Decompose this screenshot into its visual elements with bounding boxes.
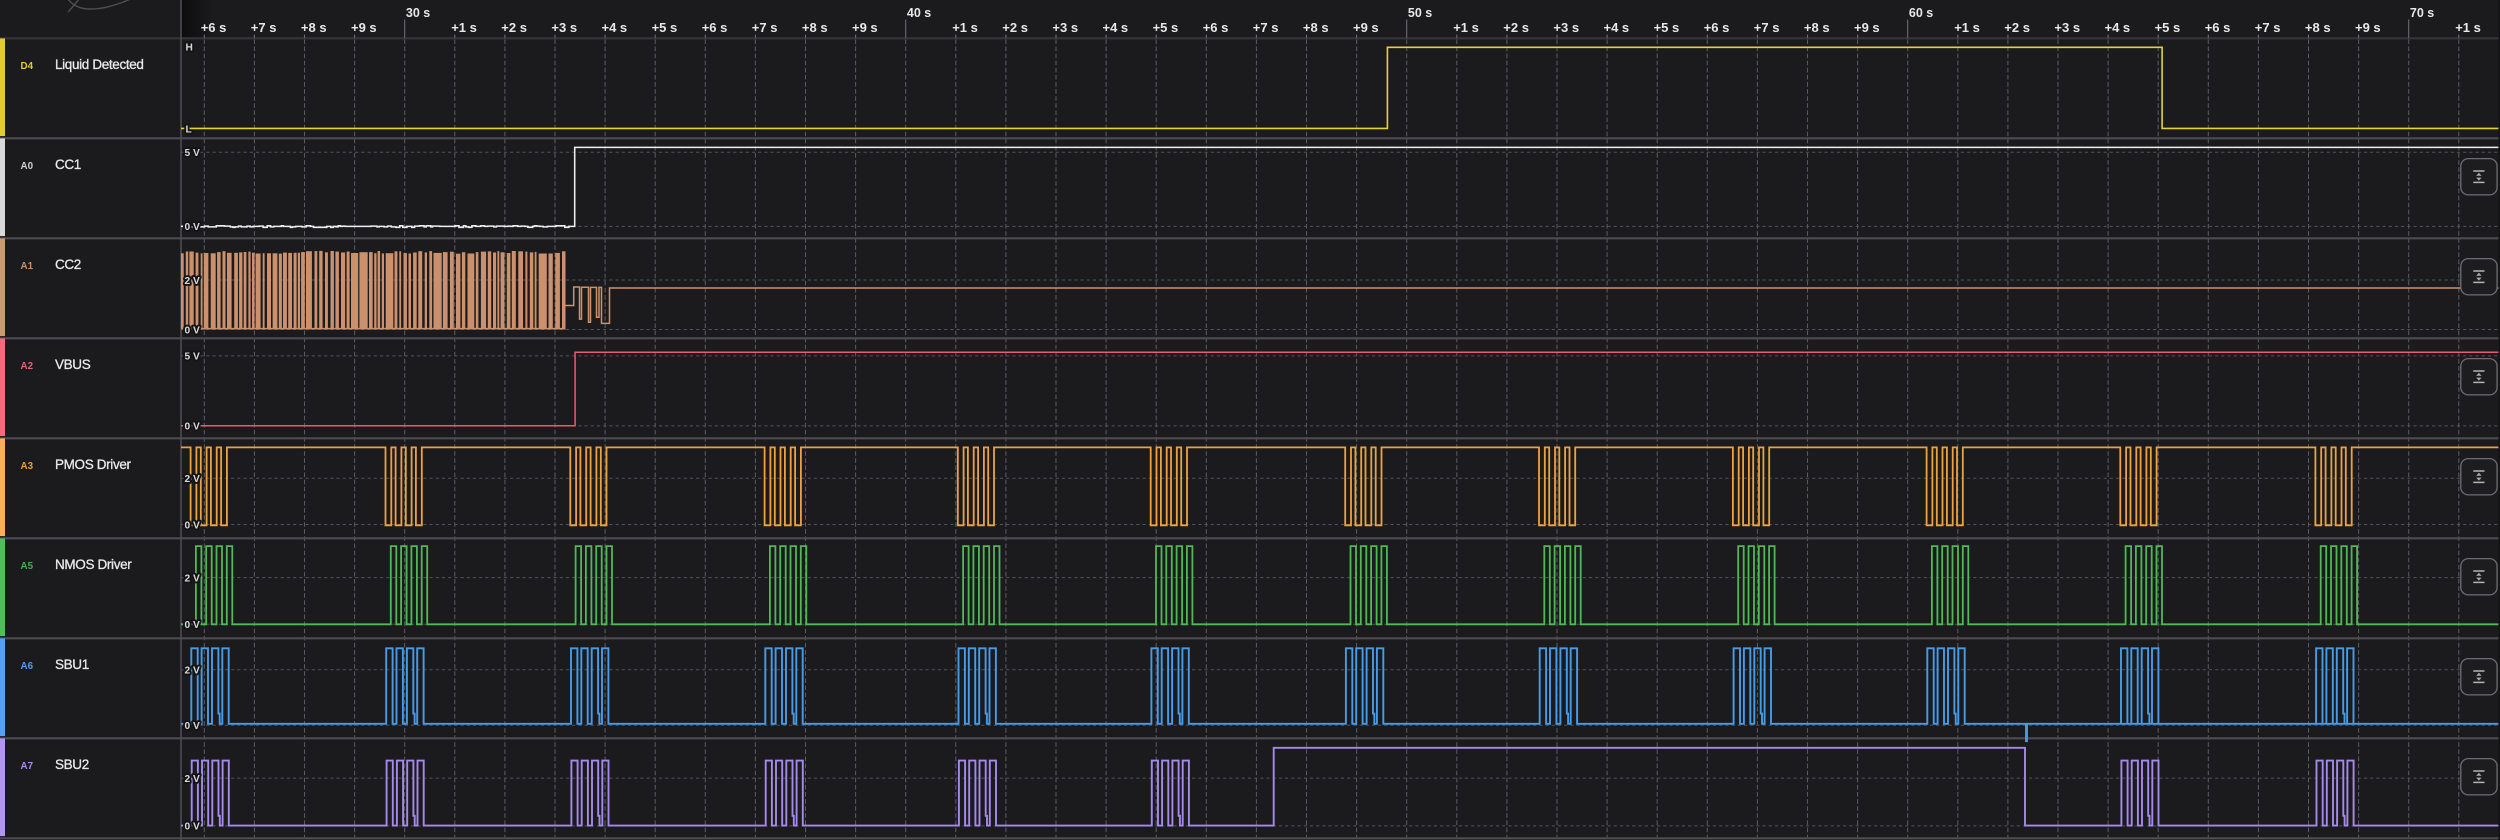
svg-text:+1 s: +1 s	[451, 20, 477, 35]
svg-text:5 V: 5 V	[185, 352, 200, 363]
svg-text:+5 s: +5 s	[1654, 20, 1680, 35]
svg-text:70 s: 70 s	[2410, 6, 2434, 20]
svg-text:+1 s: +1 s	[1453, 20, 1479, 35]
svg-text:0 V: 0 V	[185, 325, 200, 336]
svg-text:0 V: 0 V	[185, 222, 200, 233]
svg-text:2 V: 2 V	[185, 474, 200, 485]
svg-text:VBUS: VBUS	[55, 357, 91, 372]
svg-text:50 s: 50 s	[1408, 6, 1432, 20]
svg-text:40 s: 40 s	[907, 6, 931, 20]
svg-text:A3: A3	[21, 461, 34, 472]
svg-text:+5 s: +5 s	[652, 20, 678, 35]
svg-text:+8 s: +8 s	[2305, 20, 2331, 35]
svg-text:A2: A2	[21, 361, 34, 372]
svg-text:L: L	[186, 124, 192, 135]
svg-text:60 s: 60 s	[1909, 6, 1933, 20]
svg-text:+7 s: +7 s	[1754, 20, 1780, 35]
svg-text:+9 s: +9 s	[1854, 20, 1880, 35]
svg-text:A6: A6	[21, 661, 34, 672]
svg-text:+8 s: +8 s	[802, 20, 828, 35]
svg-text:NMOS Driver: NMOS Driver	[55, 557, 132, 572]
svg-text:+9 s: +9 s	[2355, 20, 2381, 35]
svg-text:+6 s: +6 s	[2205, 20, 2231, 35]
svg-text:+1 s: +1 s	[1954, 20, 1980, 35]
svg-text:CC1: CC1	[55, 157, 81, 172]
svg-text:H: H	[186, 42, 193, 53]
svg-text:+2 s: +2 s	[501, 20, 527, 35]
svg-text:+8 s: +8 s	[301, 20, 327, 35]
svg-text:A1: A1	[21, 261, 34, 272]
svg-text:+7 s: +7 s	[251, 20, 277, 35]
svg-text:+8 s: +8 s	[1804, 20, 1830, 35]
svg-text:+6 s: +6 s	[1704, 20, 1730, 35]
svg-text:2 V: 2 V	[185, 573, 200, 584]
svg-text:PMOS Driver: PMOS Driver	[55, 457, 132, 472]
svg-text:+4 s: +4 s	[602, 20, 628, 35]
svg-text:+2 s: +2 s	[1002, 20, 1028, 35]
svg-text:+7 s: +7 s	[1253, 20, 1279, 35]
svg-text:0 V: 0 V	[185, 422, 200, 433]
svg-text:SBU2: SBU2	[55, 757, 89, 772]
svg-text:+5 s: +5 s	[1153, 20, 1179, 35]
svg-text:0 V: 0 V	[185, 520, 200, 531]
svg-text:Liquid Detected: Liquid Detected	[55, 57, 144, 72]
svg-text:+5 s: +5 s	[2155, 20, 2181, 35]
svg-text:+7 s: +7 s	[752, 20, 778, 35]
svg-text:A5: A5	[21, 561, 34, 572]
svg-text:+3 s: +3 s	[1553, 20, 1579, 35]
svg-text:+2 s: +2 s	[1503, 20, 1529, 35]
svg-text:+1 s: +1 s	[2455, 20, 2481, 35]
svg-text:+6 s: +6 s	[201, 20, 227, 35]
svg-text:+6 s: +6 s	[1203, 20, 1229, 35]
svg-text:+4 s: +4 s	[2105, 20, 2131, 35]
svg-text:+6 s: +6 s	[702, 20, 728, 35]
svg-text:+9 s: +9 s	[1353, 20, 1379, 35]
svg-text:30 s: 30 s	[406, 6, 430, 20]
svg-text:D4: D4	[21, 61, 34, 72]
svg-text:2 V: 2 V	[185, 774, 200, 785]
svg-text:0 V: 0 V	[185, 822, 200, 833]
svg-text:+8 s: +8 s	[1303, 20, 1329, 35]
svg-text:A7: A7	[21, 761, 34, 772]
svg-text:2 V: 2 V	[185, 666, 200, 677]
svg-text:+4 s: +4 s	[1103, 20, 1129, 35]
svg-text:+3 s: +3 s	[1052, 20, 1078, 35]
svg-text:A0: A0	[21, 161, 34, 172]
svg-text:+7 s: +7 s	[2255, 20, 2281, 35]
svg-text:0 V: 0 V	[185, 721, 200, 732]
svg-text:CC2: CC2	[55, 257, 81, 272]
svg-text:2 V: 2 V	[185, 276, 200, 287]
svg-text:+3 s: +3 s	[551, 20, 577, 35]
svg-text:+2 s: +2 s	[2004, 20, 2030, 35]
svg-text:0 V: 0 V	[185, 620, 200, 631]
svg-text:5 V: 5 V	[185, 148, 200, 159]
svg-text:+3 s: +3 s	[2054, 20, 2080, 35]
svg-text:+4 s: +4 s	[1604, 20, 1630, 35]
svg-text:+9 s: +9 s	[351, 20, 377, 35]
svg-text:SBU1: SBU1	[55, 657, 89, 672]
svg-text:+9 s: +9 s	[852, 20, 878, 35]
svg-text:+1 s: +1 s	[952, 20, 978, 35]
